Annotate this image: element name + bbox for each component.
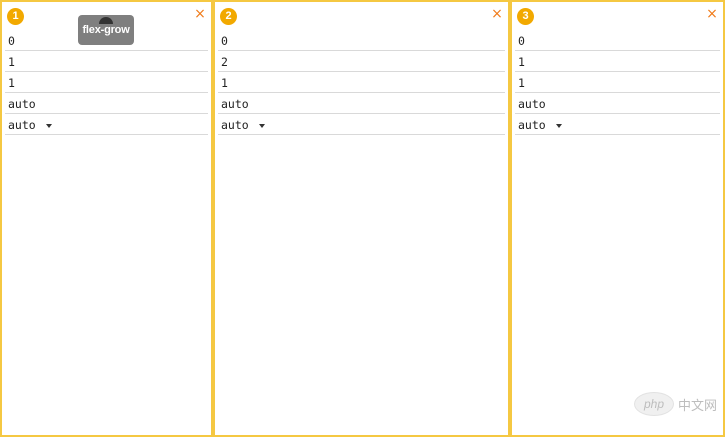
order-field[interactable]: 0 [218, 30, 505, 51]
site-watermark: php 中文网 [633, 391, 717, 417]
align-self-select[interactable]: auto [218, 114, 505, 135]
flex-basis-field[interactable]: auto [515, 93, 720, 114]
flex-shrink-value: 1 [221, 76, 228, 90]
align-self-value: auto [518, 118, 546, 132]
align-self-value: auto [8, 118, 36, 132]
align-self-value: auto [221, 118, 249, 132]
flex-item-panel-1: 1 × 0 1 1 auto auto [0, 0, 213, 437]
flex-basis-value: auto [518, 97, 546, 111]
close-icon[interactable]: × [490, 7, 504, 21]
flex-basis-field[interactable]: auto [218, 93, 505, 114]
align-self-select[interactable]: auto [515, 114, 720, 135]
flex-grow-value: 1 [518, 55, 525, 69]
flex-shrink-value: 1 [518, 76, 525, 90]
close-icon[interactable]: × [705, 7, 719, 21]
item-number-badge: 2 [220, 8, 237, 25]
flex-items-editor: 1 × 0 1 1 auto auto 2 × 0 2 1 auto auto … [0, 0, 725, 437]
flex-grow-field[interactable]: 1 [5, 51, 208, 72]
chevron-down-icon [45, 123, 52, 128]
order-field[interactable]: 0 [515, 30, 720, 51]
property-fields: 0 1 1 auto auto [515, 30, 720, 135]
chevron-down-icon [555, 123, 562, 128]
flex-basis-field[interactable]: auto [5, 93, 208, 114]
flex-shrink-value: 1 [8, 76, 15, 90]
flex-basis-value: auto [221, 97, 249, 111]
flex-grow-field[interactable]: 2 [218, 51, 505, 72]
chevron-down-icon [258, 123, 265, 128]
flex-shrink-field[interactable]: 1 [515, 72, 720, 93]
php-logo-icon: php [633, 392, 674, 416]
flex-grow-value: 1 [8, 55, 15, 69]
flex-grow-value: 2 [221, 55, 228, 69]
flex-basis-value: auto [8, 97, 36, 111]
flex-shrink-field[interactable]: 1 [218, 72, 505, 93]
order-value: 0 [518, 34, 525, 48]
item-number-badge: 3 [517, 8, 534, 25]
align-self-select[interactable]: auto [5, 114, 208, 135]
cursor-knob-icon [99, 17, 113, 24]
flex-shrink-field[interactable]: 1 [5, 72, 208, 93]
watermark-text: 中文网 [677, 398, 717, 414]
flex-item-panel-2: 2 × 0 2 1 auto auto [213, 0, 510, 437]
order-value: 0 [8, 34, 15, 48]
item-number-badge: 1 [7, 8, 24, 25]
property-fields: 0 2 1 auto auto [218, 30, 505, 135]
flex-grow-field[interactable]: 1 [515, 51, 720, 72]
close-icon[interactable]: × [193, 7, 207, 21]
order-value: 0 [221, 34, 228, 48]
flex-item-panel-3: 3 × 0 1 1 auto auto [510, 0, 725, 437]
property-fields: 0 1 1 auto auto [5, 30, 208, 135]
